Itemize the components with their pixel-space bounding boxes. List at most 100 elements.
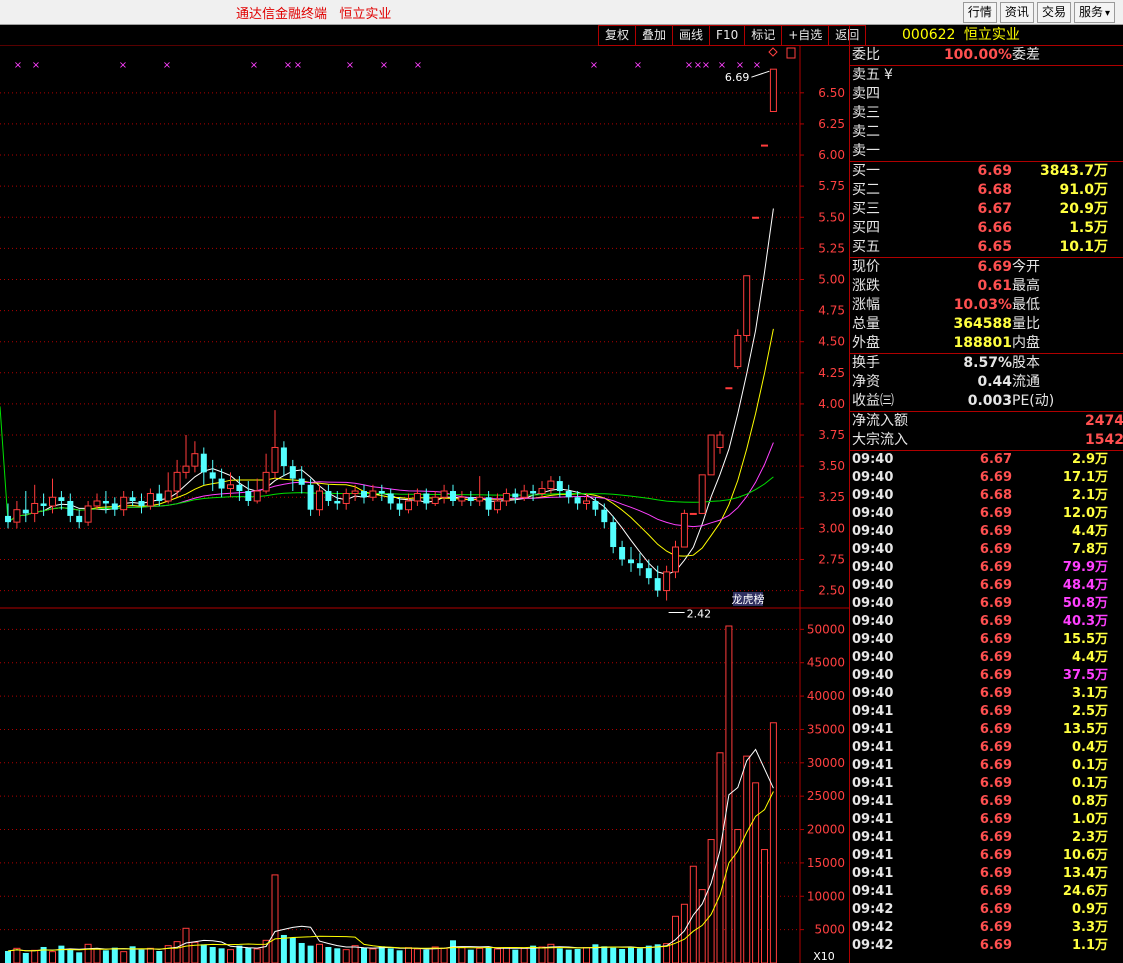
tick-time: 09:41 [852,758,894,773]
menu-trade-button[interactable]: 交易 [1036,2,1071,23]
tick-time: 09:41 [852,812,894,827]
volume-bar [485,946,492,963]
tick-volume: 0.4万 [1071,740,1108,755]
tick-volume: 7.8万 [1071,542,1108,557]
candle-body [680,512,688,548]
volume-bar [565,949,572,963]
volume-bar [494,948,501,963]
tick-volume: 50.8万 [1062,596,1108,611]
menu-news-button[interactable]: 资讯 [999,2,1034,23]
sell-level-row: 卖一 [850,142,1123,161]
tick-row: 09:40 6.69 79.9万 [850,559,1123,577]
candle-body [601,509,608,523]
volume-bar [476,947,484,963]
volume-axis-label: 5000 [814,923,845,937]
candle-body [761,144,768,147]
volume-bar [93,948,101,963]
tick-time: 09:40 [852,578,894,593]
volume-bar [769,722,777,963]
tick-row: 09:41 6.69 1.0万 [850,811,1123,829]
tick-row: 09:40 6.69 15.5万 [850,631,1123,649]
kline-chart[interactable]: 2.50 2.75 3.00 3.25 3.50 3.75 4.00 4.25 4.50 4.75… [0,45,849,963]
f10-button[interactable]: F10 [710,25,746,46]
overlay-button[interactable]: 叠加 [636,25,674,46]
volume-bar [467,949,474,963]
tick-volume: 10.6万 [1062,848,1108,863]
candle-body [476,496,484,502]
volume-bar [173,941,181,963]
draw-line-button[interactable]: 画线 [673,25,711,46]
buy-level-volume: 91.0万 [1059,182,1108,198]
volume-bar [40,946,47,963]
flow-row: 大宗流入 1542 [850,431,1123,450]
volume-bar [628,946,634,963]
volume-bar [58,945,65,963]
candle-body [378,491,385,494]
volume-bar [387,948,394,963]
volume-bar [307,945,314,963]
tick-price: 6.67 [979,452,1012,467]
stats-row: 收益㈢ 0.003 PE(动) [850,392,1123,411]
candle-body [565,491,572,498]
tick-time: 09:41 [852,722,894,737]
candle-body [146,493,154,507]
candle-body [467,497,474,501]
candle-body [538,488,546,495]
tick-row: 09:40 6.69 17.1万 [850,469,1123,487]
price-axis-label: 6.00 [818,148,845,162]
volume-bar [361,947,367,963]
candle-body [262,471,270,492]
stats-label: 换手 [852,355,880,371]
flow-value: 2474 [1085,413,1123,429]
restore-rights-button[interactable]: 复权 [598,25,637,46]
volume-bar [601,946,608,963]
event-marker: × [346,60,354,71]
buy-level-volume: 10.1万 [1059,239,1108,255]
tick-row: 09:41 6.69 2.5万 [850,703,1123,721]
high-annotation-line [751,70,770,78]
mark-button[interactable]: 标记 [745,25,783,46]
volume-bar [610,947,617,963]
ma10-line [7,328,774,557]
buy-level-volume: 3843.7万 [1039,163,1108,179]
tick-price: 6.69 [979,758,1012,773]
candle-body [58,497,65,501]
tick-row: 09:41 6.69 13.4万 [850,865,1123,883]
candle-body [440,490,448,498]
price-axis-label: 3.00 [818,521,845,535]
event-marker: × [736,60,744,71]
menu-quotes-button[interactable]: 行情 [962,2,997,23]
candle-body [431,496,439,504]
tick-volume: 15.5万 [1062,632,1108,647]
tick-row: 09:40 6.69 3.1万 [850,685,1123,703]
tick-time: 09:41 [852,704,894,719]
volume-unit-label: X10 [813,950,835,963]
volume-bar [67,949,74,963]
tick-price: 6.69 [979,830,1012,845]
event-marker: × [14,60,22,71]
volume-bar [431,946,439,963]
tick-row: 09:41 6.69 13.5万 [850,721,1123,739]
tick-row: 09:41 6.69 0.1万 [850,775,1123,793]
buy-level-label: 买四 [852,220,880,236]
tick-list[interactable]: 09:40 6.67 2.9万 09:40 6.69 17.1万 09:40 6.68 2.1万… [850,451,1123,955]
tick-time: 09:40 [852,506,894,521]
quote-label: 涨跌 [852,278,880,294]
price-axis-label: 3.50 [818,459,845,473]
stock-name: 恒立实业 [963,27,1020,43]
candle-body [654,578,661,591]
event-marker: × [163,60,171,71]
volume-axis-label: 40000 [807,689,845,703]
candle-body [325,491,332,501]
tick-time: 09:41 [852,866,894,881]
menu-service-button[interactable]: 服务 [1073,2,1115,23]
buy-level-label: 买一 [852,163,880,179]
candle-body [31,502,39,514]
candle-body [689,512,697,515]
tick-time: 09:40 [852,668,894,683]
candle-body [218,478,225,489]
stats-row: 净资 0.44 流通 [850,373,1123,392]
add-watchlist-button[interactable]: +自选 [782,25,830,46]
sell-level-row: 卖二 [850,123,1123,142]
candle-body [413,493,421,502]
